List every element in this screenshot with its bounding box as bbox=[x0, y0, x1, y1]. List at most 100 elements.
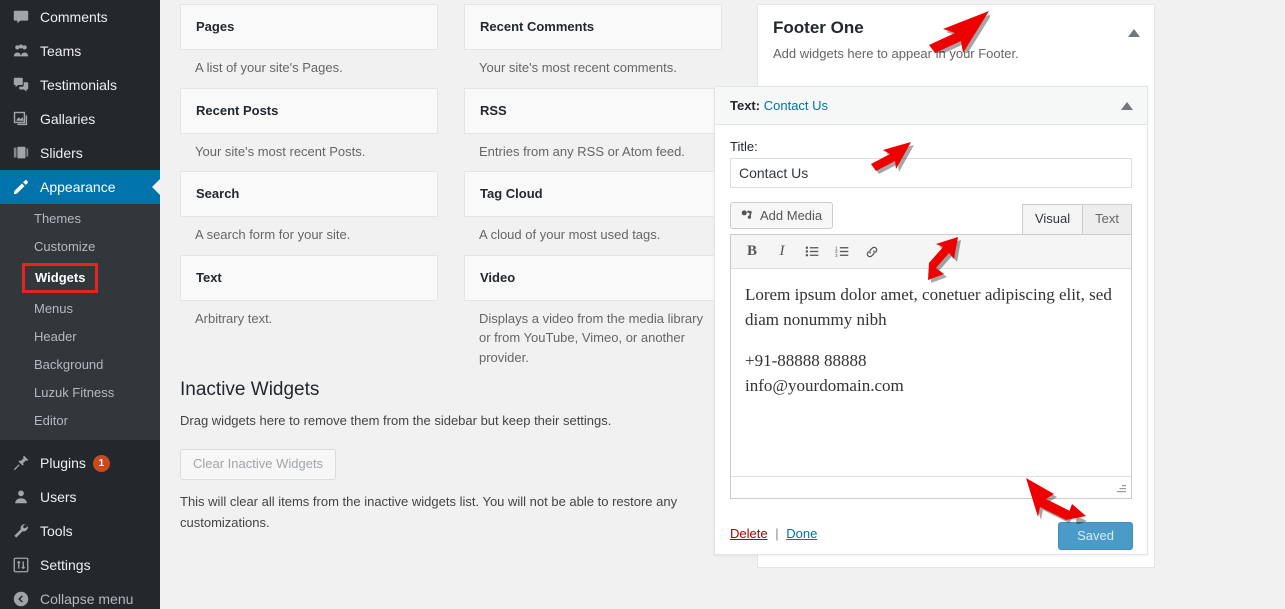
testimonials-icon bbox=[11, 75, 31, 95]
widget-card-description: Your site's most recent Posts. bbox=[195, 143, 366, 159]
sidebar-item-tools[interactable]: Tools bbox=[0, 514, 160, 548]
gallaries-icon bbox=[11, 109, 31, 129]
italic-label: I bbox=[779, 243, 785, 259]
save-button[interactable]: Saved bbox=[1058, 522, 1133, 550]
tab-visual[interactable]: Visual bbox=[1021, 204, 1084, 234]
submenu-item-header[interactable]: Header bbox=[0, 323, 160, 351]
widget-card-video[interactable]: Video bbox=[464, 254, 722, 301]
text-widget-body: Title: Add Media Visual Text bbox=[715, 125, 1147, 514]
submenu-item-luzuk-fitness[interactable]: Luzuk Fitness bbox=[0, 379, 160, 407]
submenu-item-widgets[interactable]: Widgets bbox=[22, 263, 99, 293]
widget-card-description: Displays a video from the media library … bbox=[479, 310, 703, 365]
sidebar-item-label: Gallaries bbox=[40, 111, 96, 127]
bold-icon[interactable]: B bbox=[737, 239, 767, 265]
delete-link[interactable]: Delete bbox=[730, 526, 768, 541]
plugins-icon bbox=[11, 453, 31, 473]
sidebar-item-label: Teams bbox=[40, 43, 82, 59]
widget-card-description: Arbitrary text. bbox=[195, 310, 273, 326]
widget-card-title: Text bbox=[196, 269, 222, 285]
sidebar-item-plugins[interactable]: Plugins 1 bbox=[0, 446, 160, 480]
available-widgets-column-left: Pages A list of your site's Pages. Recen… bbox=[180, 4, 438, 338]
comments-icon bbox=[11, 7, 31, 27]
italic-icon[interactable]: I bbox=[767, 239, 797, 265]
link-icon[interactable] bbox=[857, 239, 887, 265]
widget-card-description: Your site's most recent comments. bbox=[479, 60, 677, 75]
submenu-item-editor[interactable]: Editor bbox=[0, 407, 160, 435]
tools-icon bbox=[11, 521, 31, 541]
teams-icon bbox=[11, 41, 31, 61]
editor-status-bar bbox=[731, 476, 1131, 498]
settings-icon bbox=[11, 555, 31, 575]
main-content: Pages A list of your site's Pages. Recen… bbox=[160, 0, 1285, 609]
widget-card-recent-comments[interactable]: Recent Comments bbox=[464, 4, 722, 50]
widget-card-title: Recent Posts bbox=[196, 102, 279, 118]
plugins-update-badge: 1 bbox=[92, 454, 110, 472]
sidebar-item-comments[interactable]: Comments bbox=[0, 0, 160, 34]
widget-card-pages[interactable]: Pages bbox=[180, 4, 438, 50]
title-field-label: Title: bbox=[730, 139, 758, 154]
inactive-widgets-note: This will clear all items from the inact… bbox=[180, 494, 678, 531]
users-icon bbox=[11, 487, 31, 507]
clear-inactive-widgets-button[interactable]: Clear Inactive Widgets bbox=[180, 449, 337, 481]
submenu-item-customize[interactable]: Customize bbox=[0, 233, 160, 261]
chevron-up-icon[interactable] bbox=[1124, 23, 1144, 43]
submenu-item-background[interactable]: Background bbox=[0, 351, 160, 379]
footer-one-header[interactable]: Footer One Add widgets here to appear in… bbox=[758, 5, 1154, 75]
sidebar-item-label: Sliders bbox=[40, 145, 83, 161]
done-link[interactable]: Done bbox=[786, 526, 817, 541]
widget-card-text[interactable]: Text bbox=[180, 254, 438, 301]
widget-card-description: A cloud of your most used tags. bbox=[479, 227, 661, 242]
widget-card-rss[interactable]: RSS bbox=[464, 87, 722, 134]
sidebar-item-label: Plugins bbox=[40, 455, 86, 471]
footer-one-subtitle: Add widgets here to appear in your Foote… bbox=[773, 46, 1019, 61]
editor-content-area[interactable]: Lorem ipsum dolor amet, conetuer adipisc… bbox=[731, 269, 1131, 476]
submenu-item-menus[interactable]: Menus bbox=[0, 295, 160, 323]
text-widget-kind: Text: bbox=[730, 98, 761, 113]
widget-card-description: A list of your site's Pages. bbox=[195, 60, 343, 75]
bullet-list-icon[interactable] bbox=[797, 239, 827, 265]
sidebar-item-gallaries[interactable]: Gallaries bbox=[0, 102, 160, 136]
widget-card-search[interactable]: Search bbox=[180, 171, 438, 217]
inactive-widgets-description: Drag widgets here to remove them from th… bbox=[180, 412, 612, 428]
sidebar-item-settings[interactable]: Settings bbox=[0, 548, 160, 582]
collapse-menu-button[interactable]: Collapse menu bbox=[0, 582, 160, 609]
sidebar-item-appearance[interactable]: Appearance bbox=[0, 170, 160, 204]
widget-card-title: Search bbox=[196, 186, 240, 201]
editor-paragraph: Lorem ipsum dolor amet, conetuer adipisc… bbox=[745, 285, 1112, 329]
numbered-list-icon[interactable]: 123 bbox=[827, 239, 857, 265]
widget-card-title: RSS bbox=[480, 102, 507, 118]
sidebar-item-label: Testimonials bbox=[40, 77, 118, 93]
widget-card-tag-cloud[interactable]: Tag Cloud bbox=[464, 171, 722, 217]
appearance-icon bbox=[11, 177, 31, 197]
submenu-item-themes[interactable]: Themes bbox=[0, 205, 160, 233]
tab-text[interactable]: Text bbox=[1082, 204, 1132, 234]
bold-label: B bbox=[746, 243, 757, 259]
resize-grip-icon[interactable] bbox=[1114, 482, 1128, 496]
sidebar-item-sliders[interactable]: Sliders bbox=[0, 136, 160, 170]
text-widget-panel: Text: Contact Us Title: Add Media bbox=[714, 86, 1148, 555]
sidebar-item-label: Users bbox=[40, 489, 77, 505]
sidebar-item-label: Tools bbox=[40, 523, 73, 539]
inactive-widgets-section: Inactive Widgets Drag widgets here to re… bbox=[180, 378, 726, 534]
add-media-button[interactable]: Add Media bbox=[730, 202, 834, 229]
sidebar-item-users[interactable]: Users bbox=[0, 480, 160, 514]
appearance-submenu: Themes Customize Widgets Menus Header Ba… bbox=[0, 204, 160, 440]
text-widget-header[interactable]: Text: Contact Us bbox=[715, 87, 1147, 125]
widget-card-title: Recent Comments bbox=[480, 19, 595, 34]
title-input[interactable] bbox=[730, 158, 1132, 188]
sliders-icon bbox=[11, 143, 31, 163]
sidebar-item-teams[interactable]: Teams bbox=[0, 34, 160, 68]
widget-card-recent-posts[interactable]: Recent Posts bbox=[180, 87, 438, 134]
editor-paragraph: +91-88888 88888 info@yourdomain.com bbox=[745, 351, 904, 395]
collapse-arrow-icon bbox=[11, 590, 31, 608]
footer-one-title: Footer One bbox=[773, 18, 864, 37]
widget-card-title: Pages bbox=[196, 19, 235, 34]
link-separator: | bbox=[775, 526, 779, 541]
editor-toolbar: B I 123 bbox=[731, 235, 1131, 269]
svg-text:3: 3 bbox=[835, 253, 838, 258]
text-widget-footer: Delete | Done Saved bbox=[715, 514, 1147, 554]
editor-shell: B I 123 Lorem ipsum dolor amet, conetuer… bbox=[730, 234, 1132, 499]
add-media-label: Add Media bbox=[760, 208, 823, 223]
chevron-up-icon[interactable] bbox=[1117, 96, 1137, 116]
sidebar-item-testimonials[interactable]: Testimonials bbox=[0, 68, 160, 102]
